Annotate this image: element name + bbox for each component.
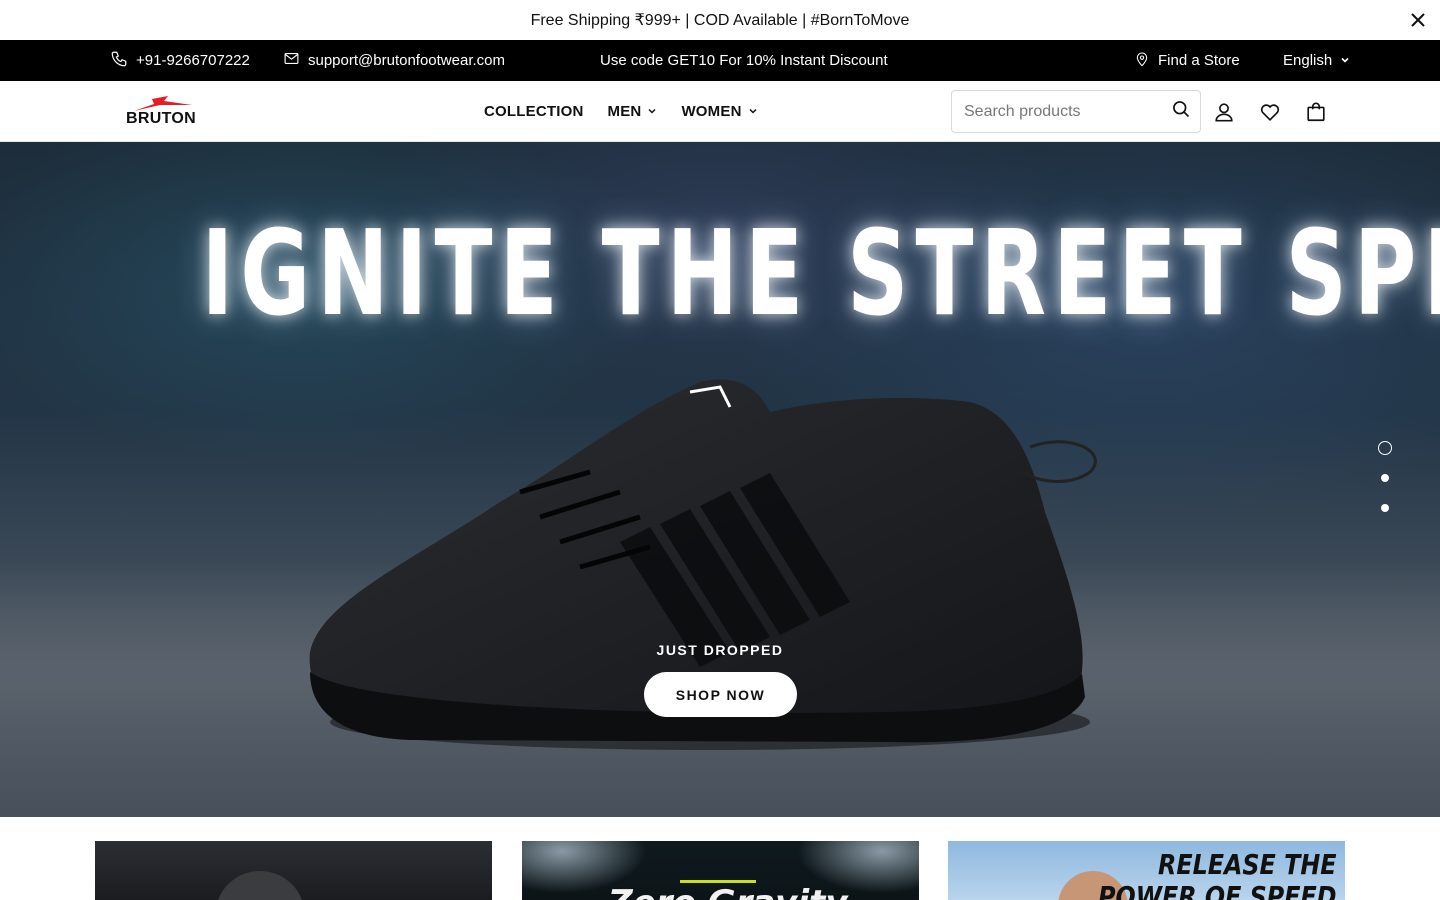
announcement-text: Free Shipping ₹999+ | COD Available | #B… — [530, 12, 910, 29]
nav-collection-label: COLLECTION — [484, 103, 584, 120]
language-label: English — [1283, 52, 1333, 69]
search-input[interactable] — [964, 102, 1171, 121]
chevron-down-icon — [1340, 52, 1350, 69]
hero-headline: IGNITE THE STREET SPIRIT — [201, 204, 1440, 342]
nav-women[interactable]: WOMEN — [681, 103, 757, 120]
main-nav: COLLECTION MEN WOMEN — [484, 81, 758, 142]
card3-title-line1: RELEASE THE — [1158, 848, 1337, 881]
promo-text: Use code GET10 For 10% Instant Discount — [600, 52, 888, 69]
promo-card-2[interactable]: Zero Gravity — [522, 841, 919, 900]
phone-icon — [110, 50, 128, 72]
shopping-bag-icon[interactable] — [1305, 101, 1327, 123]
language-selector[interactable]: English — [1283, 40, 1350, 81]
card2-title: Zero Gravity — [608, 883, 848, 900]
brand-logo[interactable]: BRUTON — [124, 95, 196, 127]
slider-dots — [1377, 441, 1393, 534]
search-box — [951, 90, 1201, 133]
location-pin-icon — [1134, 50, 1150, 72]
find-store-link[interactable]: Find a Store — [1134, 40, 1240, 81]
hero-banner[interactable]: IGNITE THE STREET SPIRIT JUST DROPPED SH… — [0, 142, 1440, 817]
account-icon[interactable] — [1213, 101, 1235, 123]
card3-title: RELEASE THE POWER OF SPEED — [1099, 849, 1337, 900]
promo-card-3[interactable]: RELEASE THE POWER OF SPEED — [948, 841, 1345, 900]
nav-women-label: WOMEN — [681, 103, 742, 120]
email-link[interactable]: support@brutonfootwear.com — [283, 40, 505, 81]
phone-number: +91-9266707222 — [136, 52, 250, 69]
wishlist-heart-icon[interactable] — [1259, 101, 1281, 123]
nav-men[interactable]: MEN — [608, 103, 658, 120]
top-info-bar: +91-9266707222 support@brutonfootwear.co… — [0, 40, 1440, 81]
slider-dot-2[interactable] — [1381, 474, 1389, 482]
announcement-bar: Free Shipping ₹999+ | COD Available | #B… — [0, 0, 1440, 40]
slider-dot-1[interactable] — [1378, 441, 1392, 455]
email-address: support@brutonfootwear.com — [308, 52, 505, 69]
slider-dot-3[interactable] — [1381, 504, 1389, 512]
phone-link[interactable]: +91-9266707222 — [110, 40, 250, 81]
promo-card-1[interactable] — [95, 841, 492, 900]
nav-men-label: MEN — [607, 103, 642, 120]
nav-collection[interactable]: COLLECTION — [484, 103, 584, 120]
search-icon[interactable] — [1171, 99, 1191, 124]
logo-text: BRUTON — [126, 110, 196, 127]
find-store-label: Find a Store — [1158, 52, 1240, 69]
chevron-down-icon — [748, 103, 758, 120]
shop-now-button[interactable]: SHOP NOW — [644, 672, 797, 717]
card3-title-line2: POWER OF SPEED — [1098, 880, 1337, 900]
mail-icon — [283, 50, 300, 71]
hero-tagline: JUST DROPPED — [656, 642, 784, 658]
athlete-image — [215, 871, 305, 900]
main-header: BRUTON COLLECTION MEN WOMEN — [0, 81, 1440, 142]
close-icon[interactable] — [1408, 10, 1428, 30]
chevron-down-icon — [647, 103, 657, 120]
